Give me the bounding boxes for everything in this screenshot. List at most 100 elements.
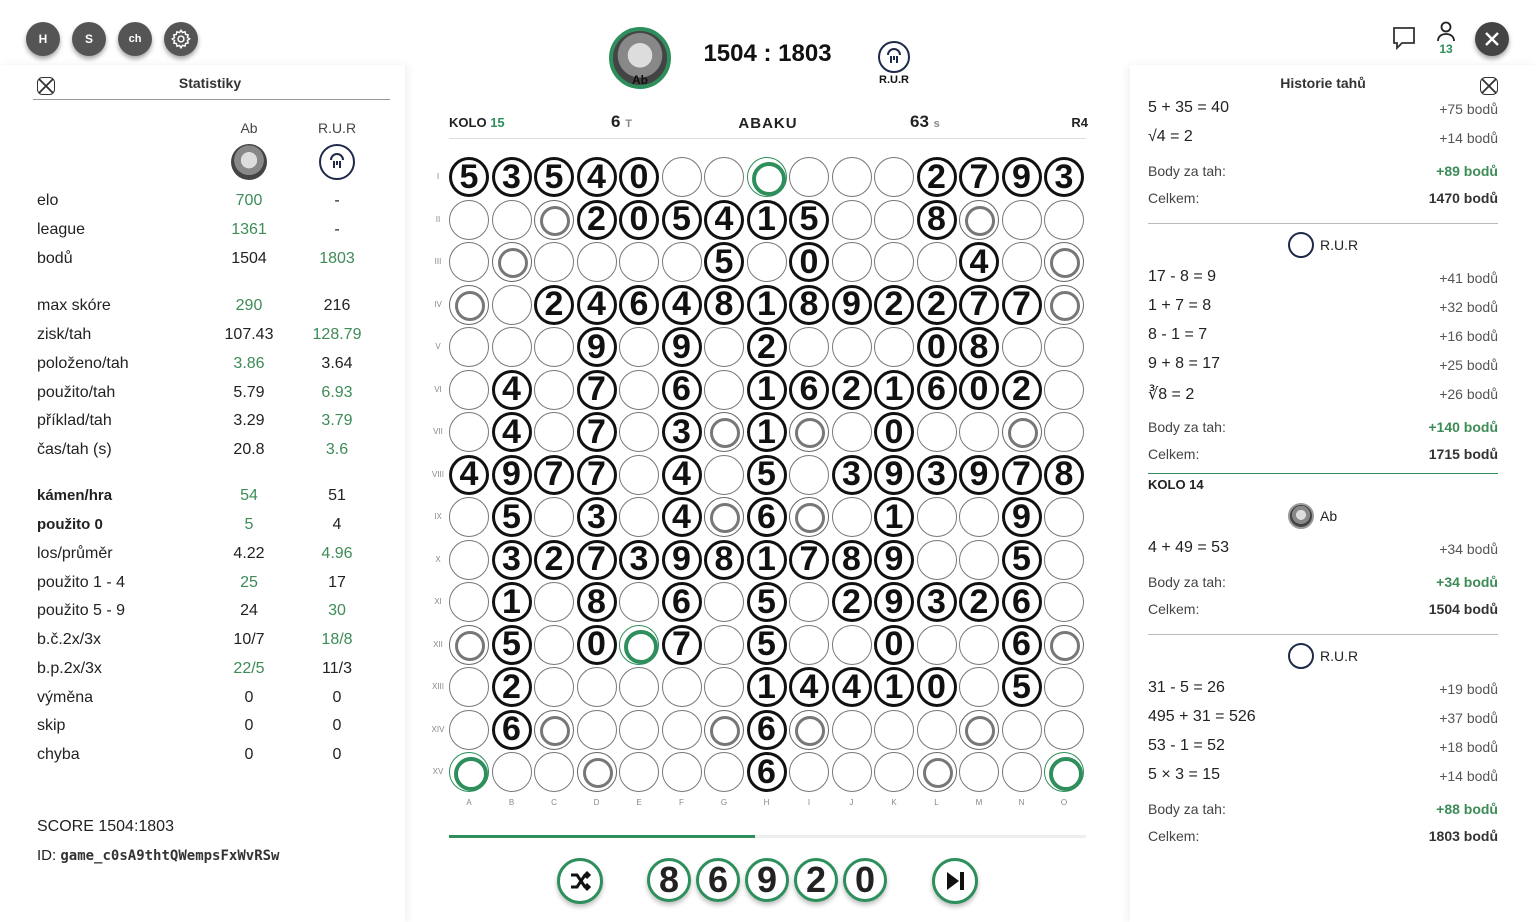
number-tile[interactable]: 5 <box>1001 539 1042 580</box>
number-tile[interactable]: 1 <box>746 539 787 580</box>
number-tile[interactable]: 8 <box>704 284 744 325</box>
number-tile[interactable]: 1 <box>746 667 787 707</box>
number-tile[interactable]: 9 <box>576 327 617 367</box>
number-tile[interactable]: 0 <box>619 157 659 197</box>
bonus-cell[interactable] <box>576 752 617 792</box>
board-cell[interactable] <box>449 497 489 537</box>
board-cell[interactable] <box>704 369 744 410</box>
board-cell[interactable] <box>831 709 872 750</box>
number-tile[interactable]: 8 <box>576 582 617 622</box>
board-cell[interactable] <box>619 582 659 622</box>
number-tile[interactable]: 4 <box>661 284 702 325</box>
board-cell[interactable] <box>1044 709 1084 750</box>
board-cell[interactable] <box>746 242 787 282</box>
number-tile[interactable]: 6 <box>746 497 787 537</box>
number-tile[interactable]: 7 <box>789 539 829 580</box>
number-tile[interactable]: 0 <box>874 624 914 665</box>
number-tile[interactable]: 8 <box>789 284 829 325</box>
number-tile[interactable]: 7 <box>576 539 617 580</box>
board-cell[interactable] <box>491 284 532 325</box>
board-cell[interactable] <box>1044 327 1084 367</box>
board-cell[interactable] <box>449 242 489 282</box>
number-tile[interactable]: 0 <box>576 624 617 665</box>
number-tile[interactable]: 4 <box>576 157 617 197</box>
bonus-cell[interactable] <box>959 709 999 750</box>
board-cell[interactable] <box>831 242 872 282</box>
bonus-cell[interactable] <box>789 412 829 452</box>
number-tile[interactable]: 2 <box>916 157 957 197</box>
number-tile[interactable]: 7 <box>576 369 617 410</box>
board-cell[interactable] <box>534 624 574 665</box>
number-tile[interactable]: 2 <box>576 199 617 240</box>
number-tile[interactable]: 0 <box>916 327 957 367</box>
board-cell[interactable] <box>959 497 999 537</box>
number-tile[interactable]: 7 <box>534 454 574 495</box>
board-cell[interactable] <box>576 667 617 707</box>
board-cell[interactable] <box>534 667 574 707</box>
board-cell[interactable] <box>959 667 999 707</box>
board-cell[interactable] <box>661 157 702 197</box>
rack-tile[interactable]: 0 <box>843 858 887 902</box>
board-cell[interactable] <box>1044 582 1084 622</box>
board-cell[interactable] <box>831 412 872 452</box>
board-cell[interactable] <box>449 369 489 410</box>
board-cell[interactable] <box>874 242 914 282</box>
board-cell[interactable] <box>1001 242 1042 282</box>
shuffle-button[interactable] <box>557 858 603 904</box>
stats-button[interactable]: S <box>72 22 106 56</box>
number-tile[interactable]: 7 <box>1001 284 1042 325</box>
number-tile[interactable]: 4 <box>704 199 744 240</box>
bonus-cell[interactable] <box>959 199 999 240</box>
board-cell[interactable] <box>619 412 659 452</box>
board-cell[interactable] <box>831 157 872 197</box>
board-cell[interactable] <box>831 199 872 240</box>
board-cell[interactable] <box>831 752 872 792</box>
board-cell[interactable] <box>491 327 532 367</box>
board-cell[interactable] <box>1001 199 1042 240</box>
bonus-cell[interactable] <box>449 624 489 665</box>
board-cell[interactable] <box>916 624 957 665</box>
number-tile[interactable]: 4 <box>661 497 702 537</box>
number-tile[interactable]: 4 <box>789 667 829 707</box>
board-cell[interactable] <box>449 412 489 452</box>
number-tile[interactable]: 9 <box>661 327 702 367</box>
number-tile[interactable]: 5 <box>491 624 532 665</box>
bonus-cell-premium[interactable] <box>449 752 489 792</box>
number-tile[interactable]: 3 <box>916 454 957 495</box>
number-tile[interactable]: 9 <box>491 454 532 495</box>
board-cell[interactable] <box>449 539 489 580</box>
number-tile[interactable]: 1 <box>491 582 532 622</box>
board-cell[interactable] <box>1044 412 1084 452</box>
number-tile[interactable]: 2 <box>916 284 957 325</box>
number-tile[interactable]: 8 <box>959 327 999 367</box>
board-cell[interactable] <box>704 157 744 197</box>
board-cell[interactable] <box>874 709 914 750</box>
rack-tile[interactable]: 2 <box>794 858 838 902</box>
number-tile[interactable]: 1 <box>746 369 787 410</box>
board-cell[interactable] <box>1044 539 1084 580</box>
board-cell[interactable] <box>1044 667 1084 707</box>
number-tile[interactable]: 9 <box>1001 157 1042 197</box>
number-tile[interactable]: 1 <box>874 497 914 537</box>
board-cell[interactable] <box>619 667 659 707</box>
board-cell[interactable] <box>704 752 744 792</box>
rack-tile[interactable]: 6 <box>696 858 740 902</box>
number-tile[interactable]: 5 <box>491 497 532 537</box>
bonus-cell[interactable] <box>704 497 744 537</box>
board-cell[interactable] <box>1044 369 1084 410</box>
number-tile[interactable]: 9 <box>874 454 914 495</box>
number-tile[interactable]: 0 <box>789 242 829 282</box>
number-tile[interactable]: 6 <box>619 284 659 325</box>
board-cell[interactable] <box>534 242 574 282</box>
number-tile[interactable]: 2 <box>1001 369 1042 410</box>
settings-button[interactable] <box>164 22 198 56</box>
number-tile[interactable]: 6 <box>916 369 957 410</box>
board-cell[interactable] <box>916 539 957 580</box>
number-tile[interactable]: 8 <box>704 539 744 580</box>
number-tile[interactable]: 9 <box>831 284 872 325</box>
number-tile[interactable]: 6 <box>1001 624 1042 665</box>
number-tile[interactable]: 3 <box>491 157 532 197</box>
board-cell[interactable] <box>534 497 574 537</box>
rack-tile[interactable]: 9 <box>745 858 789 902</box>
bonus-cell[interactable] <box>449 284 489 325</box>
